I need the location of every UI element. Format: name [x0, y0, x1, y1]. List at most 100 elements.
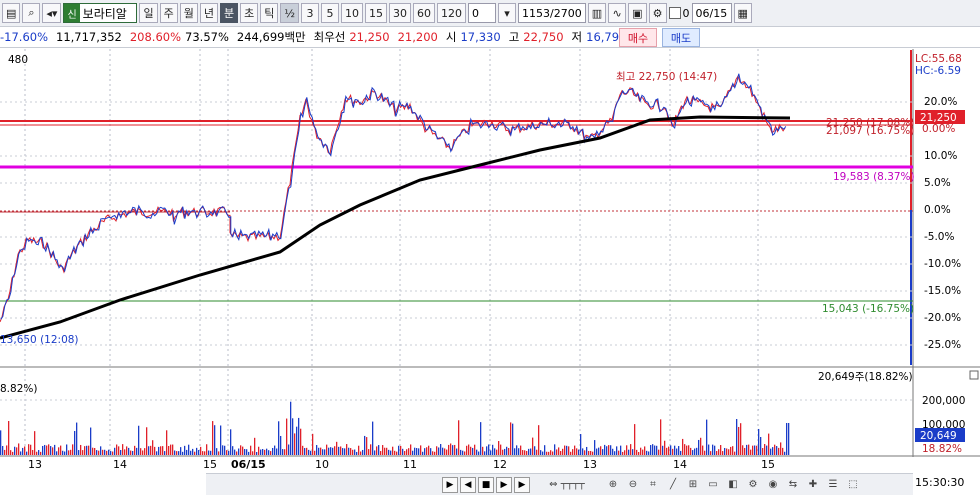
volume-bar [672, 448, 674, 455]
price-chart[interactable]: 480 최고 22,750 (14:47) 13,650 (12:08) 21,… [0, 48, 980, 473]
x-axis-label: 11 [403, 458, 417, 471]
volume-bar [320, 447, 322, 455]
search-icon[interactable]: ⌕ [22, 3, 41, 23]
scroll-left-button[interactable]: ▶ [442, 476, 458, 493]
volume-bar [156, 451, 158, 455]
speaker-icon[interactable]: ◂▾ [42, 3, 62, 23]
volume-bar [300, 428, 302, 455]
scroll-end-button[interactable]: ▶ [514, 476, 530, 493]
volume-bar [500, 444, 502, 455]
tool-icon-9[interactable]: ✚ [804, 477, 822, 493]
volume-bar [612, 448, 614, 455]
panel-toggle-icon[interactable] [969, 370, 979, 380]
interval-30-button[interactable]: 30 [389, 3, 411, 23]
volume-bar [504, 448, 506, 455]
tool-icon-6[interactable]: ⚙ [744, 477, 762, 493]
tool-icon-2[interactable]: ╱ [664, 477, 682, 493]
volume-bar [448, 444, 450, 455]
tool-icon-3[interactable]: ⊞ [684, 477, 702, 493]
gear-icon[interactable]: ⚙ [648, 3, 667, 23]
volume-bar [120, 450, 122, 455]
volume-bar [214, 425, 216, 455]
menu-icon[interactable]: ▤ [2, 3, 21, 23]
volume-bar [12, 451, 14, 455]
save-icon[interactable]: ▣ [628, 3, 647, 23]
volume-bar [146, 427, 148, 455]
volume-bar [82, 450, 84, 455]
x-axis-label: 10 [315, 458, 329, 471]
interval-15-button[interactable]: 15 [365, 3, 387, 23]
tool-icon-7[interactable]: ◉ [764, 477, 782, 493]
volume-bar [250, 445, 252, 455]
data-count-field[interactable]: 1153/2700 [518, 3, 586, 23]
volume-bar [62, 450, 64, 455]
zoom-slider-icon[interactable]: ⇔ ┬┬┬┬ [532, 477, 602, 493]
volume-bar [624, 450, 626, 455]
volume-bar [226, 450, 228, 455]
volume-bar [170, 444, 172, 455]
volume-bar [526, 451, 528, 455]
tool-icon-11[interactable]: ⬚ [844, 477, 862, 493]
volume-bar [92, 447, 94, 455]
volume-bar [198, 450, 200, 455]
volume-bar [174, 450, 176, 455]
volume-bar [72, 444, 74, 455]
interval-10-button[interactable]: 10 [341, 3, 363, 23]
stop-button[interactable]: ■ [478, 476, 494, 493]
candle-settings-icon[interactable]: ▥ [587, 3, 607, 23]
volume-bar [694, 448, 696, 455]
stock-selector[interactable]: 신 보라티알 [63, 3, 138, 23]
calendar-icon[interactable]: ▦ [733, 3, 752, 23]
interval-120-button[interactable]: 120 [437, 3, 466, 23]
volume-bar [362, 449, 364, 455]
sell-button[interactable]: 매도 [662, 28, 700, 47]
tool-icon-8[interactable]: ⇆ [784, 477, 802, 493]
volume-bar [726, 448, 728, 455]
tool-icon-1[interactable]: ⌗ [644, 477, 662, 493]
scroll-prev-button[interactable]: ◀ [460, 476, 476, 493]
volume-bar [266, 448, 268, 455]
volume-bar [642, 449, 644, 455]
period-year-button[interactable]: 년 [199, 3, 218, 23]
volume-bar [64, 451, 66, 455]
period-tick-button[interactable]: 틱 [260, 3, 279, 23]
volume-bar [652, 444, 654, 455]
volume-bar [194, 451, 196, 455]
scroll-right-button[interactable]: ▶ [496, 476, 512, 493]
period-week-button[interactable]: 주 [159, 3, 178, 23]
volume-bar [24, 446, 26, 455]
volume-bar [658, 449, 660, 455]
interval-half-button[interactable]: ½ [280, 3, 299, 23]
volume-bar [782, 447, 784, 455]
volume-bar [670, 445, 672, 455]
tool-icon-10[interactable]: ☰ [824, 477, 842, 493]
y-tick-label: 5.0% [924, 177, 951, 189]
volume-bar [786, 423, 788, 455]
volume-bar [418, 448, 420, 455]
period-month-button[interactable]: 월 [179, 3, 198, 23]
volume-bar [650, 445, 652, 455]
date-input[interactable]: 06/15 [691, 3, 732, 23]
tool-icon-5[interactable]: ◧ [724, 477, 742, 493]
interval-60-button[interactable]: 60 [413, 3, 435, 23]
zoom-out-icon[interactable]: ⊖ [624, 477, 642, 493]
volume-bar [338, 446, 340, 455]
period-minute-button[interactable]: 분 [219, 3, 239, 23]
indicator-icon[interactable]: ∿ [608, 3, 627, 23]
volume-bar [380, 451, 382, 455]
volume-bar [154, 446, 156, 455]
buy-button[interactable]: 매수 [619, 28, 657, 47]
date-checkbox[interactable] [668, 7, 681, 19]
period-day-button[interactable]: 일 [139, 3, 158, 23]
period-second-button[interactable]: 초 [240, 3, 259, 23]
volume-bar [480, 422, 482, 455]
tool-icon-4[interactable]: ▭ [704, 477, 722, 493]
custom-interval-input[interactable]: 0 [468, 3, 496, 23]
volume-bar [406, 449, 408, 455]
volume-bar [496, 449, 498, 455]
interval-3-button[interactable]: 3 [301, 3, 319, 23]
zoom-in-icon[interactable]: ⊕ [604, 477, 622, 493]
volume-bar [290, 401, 292, 455]
chevron-down-icon[interactable]: ▾ [498, 3, 516, 23]
interval-5-button[interactable]: 5 [321, 3, 339, 23]
